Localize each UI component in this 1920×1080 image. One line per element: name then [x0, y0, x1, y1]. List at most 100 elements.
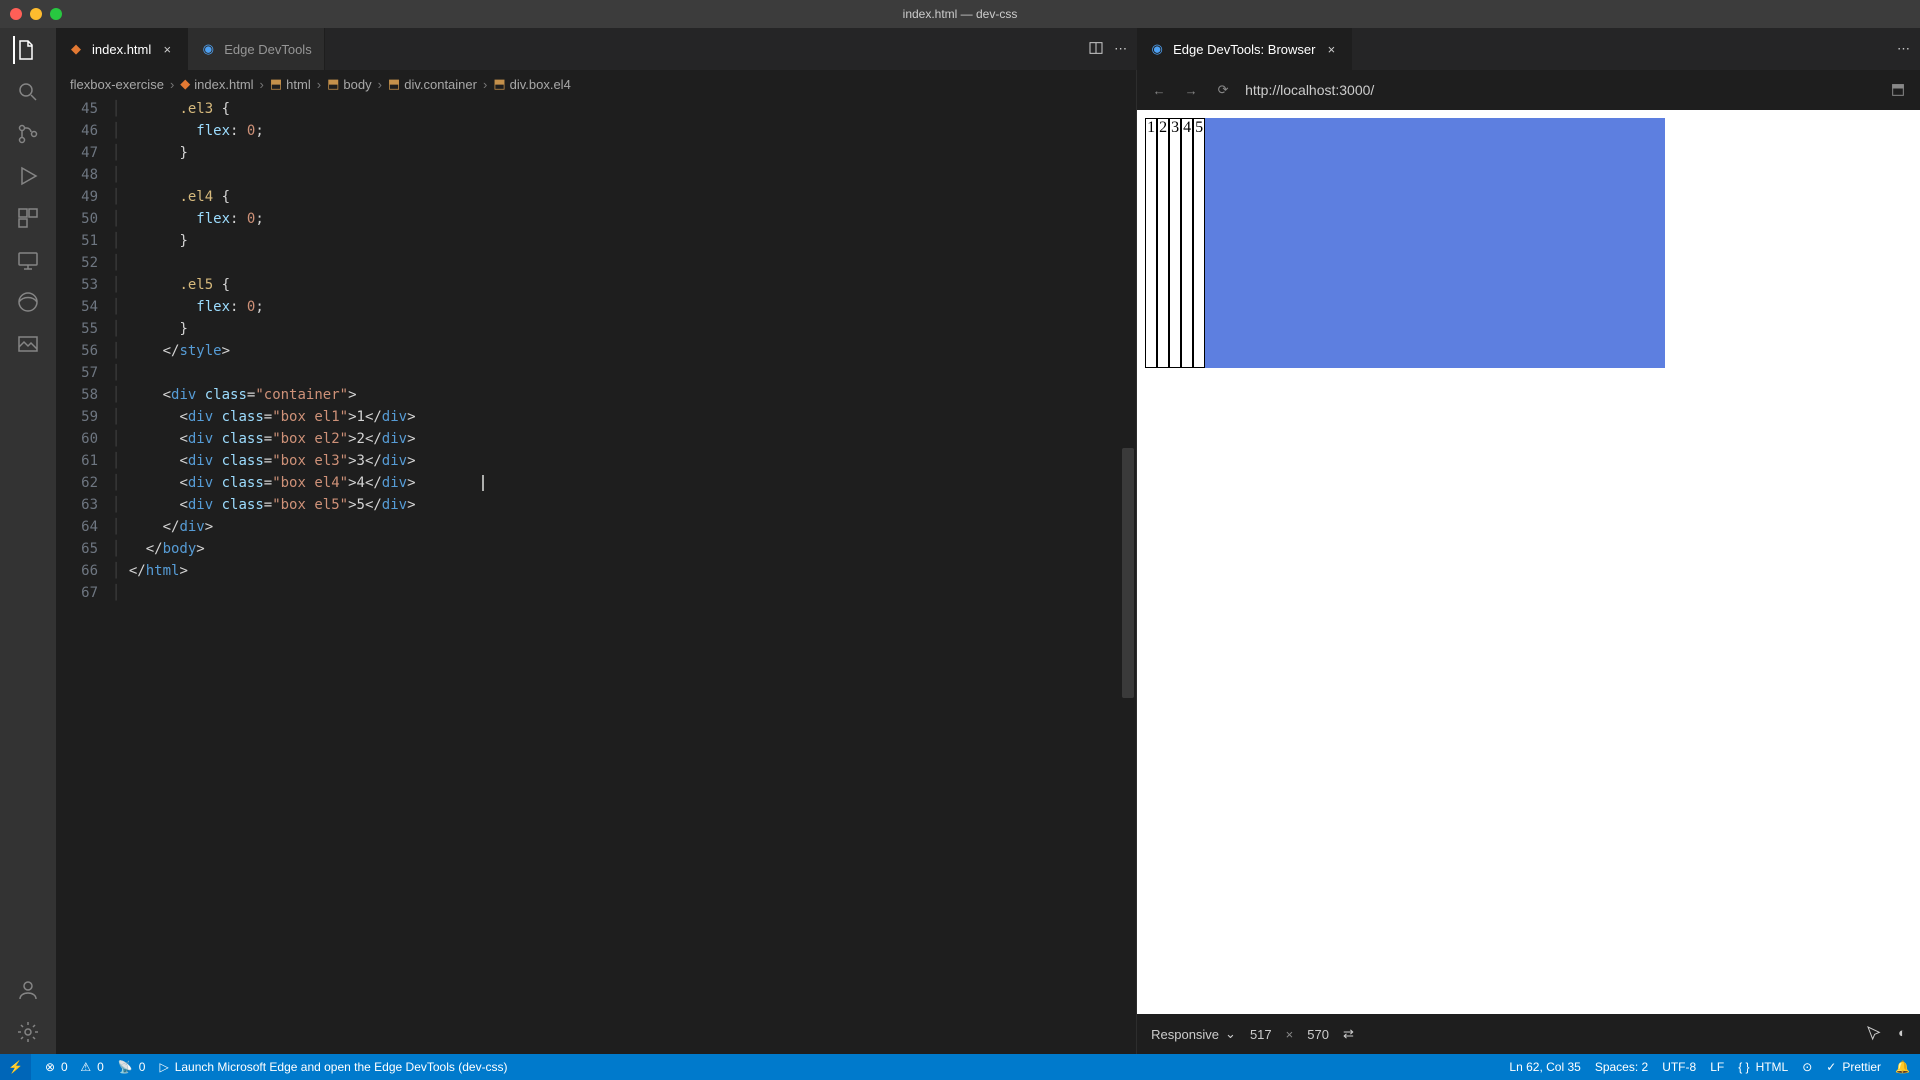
scrollbar-thumb[interactable]: [1122, 448, 1134, 698]
breadcrumb-item[interactable]: ⬒ body: [327, 76, 372, 92]
status-bar: ⚡ ⊗ 0 ⚠ 0 📡 0 ▷ Launch Microsoft Edge an…: [0, 1054, 1920, 1080]
device-height[interactable]: 570: [1307, 1027, 1329, 1042]
emulate-css-icon[interactable]: ◐: [1898, 1025, 1906, 1044]
html-file-icon: ◆: [68, 41, 84, 57]
status-copilot-icon[interactable]: ⊙: [1802, 1060, 1812, 1074]
status-ports[interactable]: 📡 0: [118, 1060, 146, 1074]
device-toolbar: Responsive ⌄ 517 × 570 ⇄ ◐: [1137, 1014, 1920, 1054]
dimension-separator: ×: [1286, 1027, 1294, 1042]
status-encoding[interactable]: UTF-8: [1662, 1060, 1696, 1074]
rendered-box: 5: [1193, 118, 1205, 368]
code-line[interactable]: │ .el4 {: [112, 186, 1136, 208]
status-prettier[interactable]: ✓ Prettier: [1826, 1060, 1881, 1074]
debug-icon[interactable]: [14, 162, 42, 190]
code-line[interactable]: │ flex: 0;: [112, 296, 1136, 318]
status-errors[interactable]: ⊗ 0 ⚠ 0: [45, 1060, 104, 1074]
minimize-window-button[interactable]: [30, 8, 42, 20]
edge-icon[interactable]: [14, 288, 42, 316]
close-icon[interactable]: ×: [159, 41, 175, 57]
chevron-down-icon: ⌄: [1225, 1026, 1236, 1042]
code-editor[interactable]: 4546474849505152535455565758596061626364…: [56, 98, 1136, 1054]
tab-edge-browser[interactable]: ◉ Edge DevTools: Browser ×: [1137, 28, 1352, 70]
code-line[interactable]: │ </html>: [112, 560, 1136, 582]
code-line[interactable]: │: [112, 252, 1136, 274]
breadcrumb-item[interactable]: ⬒ div.container: [388, 76, 477, 92]
titlebar: index.html — dev-css: [0, 0, 1920, 28]
editor-tabs: ◆ index.html × ◉ Edge DevTools ⋯: [56, 28, 1137, 70]
status-launch[interactable]: ▷ Launch Microsoft Edge and open the Edg…: [159, 1060, 507, 1074]
activity-bar: [0, 28, 56, 1054]
code-line[interactable]: │: [112, 582, 1136, 604]
more-actions-icon[interactable]: ⋯: [1897, 41, 1910, 57]
back-icon[interactable]: ←: [1149, 80, 1169, 100]
browser-pane: ← → ⟳ http://localhost:3000/ 1 2 3 4 5: [1137, 70, 1920, 1054]
rendered-box: 2: [1157, 118, 1169, 368]
code-line[interactable]: │ </style>: [112, 340, 1136, 362]
code-line[interactable]: │: [112, 362, 1136, 384]
code-line[interactable]: │ flex: 0;: [112, 208, 1136, 230]
code-line[interactable]: │ <div class="container">: [112, 384, 1136, 406]
inspect-icon[interactable]: [1866, 1025, 1882, 1044]
reload-icon[interactable]: ⟳: [1213, 80, 1233, 100]
gallery-icon[interactable]: [14, 330, 42, 358]
code-line[interactable]: │ <div class="box el4">4</div>: [112, 472, 1136, 494]
code-line[interactable]: │ <div class="box el1">1</div>: [112, 406, 1136, 428]
remote-indicator[interactable]: ⚡: [0, 1054, 31, 1080]
code-line[interactable]: │ <div class="box el5">5</div>: [112, 494, 1136, 516]
code-line[interactable]: │ .el5 {: [112, 274, 1136, 296]
text-cursor: [482, 475, 484, 491]
status-position[interactable]: Ln 62, Col 35: [1509, 1060, 1580, 1074]
status-eol[interactable]: LF: [1710, 1060, 1724, 1074]
breadcrumb-item[interactable]: ⬒ html: [270, 76, 311, 92]
browser-toolbar: ← → ⟳ http://localhost:3000/: [1137, 70, 1920, 110]
split-editor-icon[interactable]: [1088, 40, 1104, 59]
breadcrumb-item[interactable]: flexbox-exercise: [70, 77, 164, 92]
breadcrumb-item[interactable]: ⬒ div.box.el4: [493, 76, 570, 92]
browser-viewport[interactable]: 1 2 3 4 5: [1137, 110, 1920, 1014]
breadcrumb-item[interactable]: ◆ index.html: [180, 76, 253, 92]
status-spaces[interactable]: Spaces: 2: [1595, 1060, 1648, 1074]
status-lang[interactable]: { } HTML: [1738, 1060, 1788, 1074]
editor-pane: flexbox-exercise› ◆ index.html› ⬒ html› …: [56, 70, 1137, 1054]
code-line[interactable]: │ </div>: [112, 516, 1136, 538]
rendered-container-bg: [1205, 118, 1665, 368]
forward-icon[interactable]: →: [1181, 80, 1201, 100]
breadcrumb[interactable]: flexbox-exercise› ◆ index.html› ⬒ html› …: [56, 70, 1136, 98]
code-line[interactable]: │ }: [112, 142, 1136, 164]
source-control-icon[interactable]: [14, 120, 42, 148]
extensions-icon[interactable]: [14, 204, 42, 232]
code-line[interactable]: │ <div class="box el3">3</div>: [112, 450, 1136, 472]
tab-label: Edge DevTools: [224, 42, 311, 57]
status-bell-icon[interactable]: 🔔: [1895, 1060, 1910, 1074]
dock-icon[interactable]: [1888, 80, 1908, 100]
browser-tabs: ◉ Edge DevTools: Browser × ⋯: [1137, 28, 1920, 70]
tab-edge-devtools[interactable]: ◉ Edge DevTools: [188, 28, 324, 70]
code-line[interactable]: │ }: [112, 230, 1136, 252]
rotate-icon[interactable]: ⇄: [1343, 1026, 1354, 1042]
address-bar[interactable]: http://localhost:3000/: [1245, 82, 1876, 98]
code-line[interactable]: │ <div class="box el2">2</div>: [112, 428, 1136, 450]
device-width[interactable]: 517: [1250, 1027, 1272, 1042]
window-title: index.html — dev-css: [903, 7, 1018, 21]
maximize-window-button[interactable]: [50, 8, 62, 20]
close-icon[interactable]: ×: [1323, 41, 1339, 57]
code-line[interactable]: │ .el3 {: [112, 98, 1136, 120]
rendered-box: 4: [1181, 118, 1193, 368]
code-line[interactable]: │ flex: 0;: [112, 120, 1136, 142]
tab-label: Edge DevTools: Browser: [1173, 42, 1315, 57]
account-icon[interactable]: [14, 976, 42, 1004]
files-icon[interactable]: [13, 36, 41, 64]
search-icon[interactable]: [14, 78, 42, 106]
close-window-button[interactable]: [10, 8, 22, 20]
tab-label: index.html: [92, 42, 151, 57]
code-line[interactable]: │: [112, 164, 1136, 186]
code-line[interactable]: │ }: [112, 318, 1136, 340]
device-select[interactable]: Responsive ⌄: [1151, 1026, 1236, 1042]
code-line[interactable]: │ </body>: [112, 538, 1136, 560]
tab-index-html[interactable]: ◆ index.html ×: [56, 28, 188, 70]
rendered-box: 3: [1169, 118, 1181, 368]
more-actions-icon[interactable]: ⋯: [1114, 41, 1127, 57]
settings-gear-icon[interactable]: [14, 1018, 42, 1046]
rendered-box: 1: [1145, 118, 1157, 368]
remote-explorer-icon[interactable]: [14, 246, 42, 274]
